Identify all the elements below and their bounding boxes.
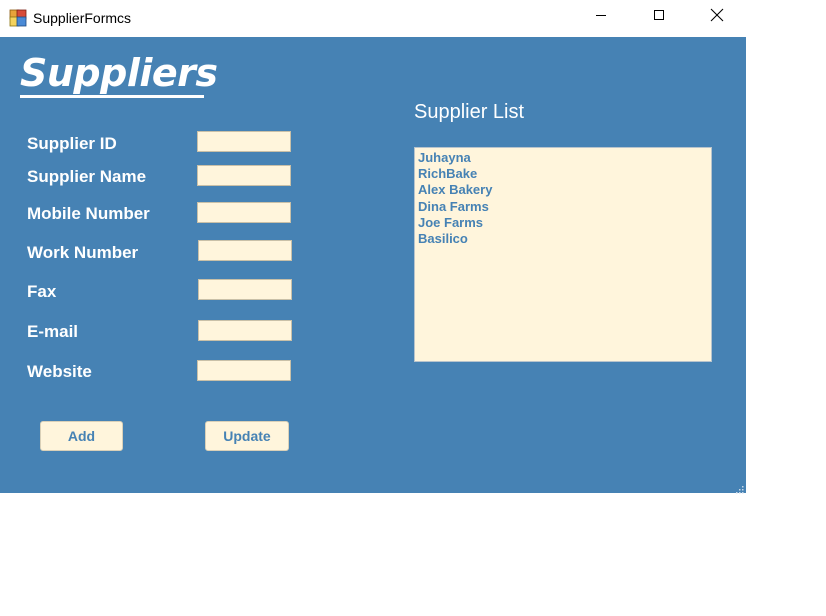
update-button[interactable]: Update bbox=[205, 421, 289, 451]
supplier-list-heading: Supplier List bbox=[414, 101, 525, 123]
title-bar[interactable]: SupplierFormcs bbox=[0, 0, 746, 37]
window-title: SupplierFormcs bbox=[33, 10, 132, 26]
minimize-button[interactable] bbox=[578, 0, 624, 34]
minimize-icon bbox=[595, 8, 607, 26]
resize-grip-icon[interactable] bbox=[734, 481, 744, 494]
email-input[interactable] bbox=[198, 320, 292, 341]
website-input[interactable] bbox=[197, 360, 291, 381]
supplier-id-input[interactable] bbox=[197, 131, 291, 152]
list-item[interactable]: RichBake bbox=[418, 166, 708, 182]
list-item[interactable]: Dina Farms bbox=[418, 199, 708, 215]
app-icon[interactable] bbox=[9, 9, 27, 27]
work-number-input[interactable] bbox=[198, 240, 292, 261]
list-item[interactable]: Basilico bbox=[418, 231, 708, 247]
fax-label: Fax bbox=[27, 282, 57, 301]
add-button[interactable]: Add bbox=[40, 421, 123, 451]
list-item[interactable]: Alex Bakery bbox=[418, 182, 708, 198]
page-title: Suppliers bbox=[20, 51, 218, 98]
supplier-form-window: SupplierFormcs Suppliers Supplier ID Sup… bbox=[0, 0, 746, 494]
fax-input[interactable] bbox=[198, 279, 292, 300]
supplier-id-label: Supplier ID bbox=[27, 134, 117, 153]
supplier-name-input[interactable] bbox=[197, 165, 291, 186]
supplier-listbox[interactable]: Juhayna RichBake Alex Bakery Dina Farms Joe … bbox=[414, 147, 712, 362]
maximize-button[interactable] bbox=[636, 0, 682, 34]
mobile-number-label: Mobile Number bbox=[27, 204, 150, 223]
close-icon bbox=[710, 8, 724, 27]
list-item[interactable]: Joe Farms bbox=[418, 215, 708, 231]
maximize-icon bbox=[653, 8, 665, 26]
supplier-name-label: Supplier Name bbox=[27, 167, 147, 186]
website-label: Website bbox=[27, 362, 92, 381]
work-number-label: Work Number bbox=[27, 243, 139, 262]
mobile-number-input[interactable] bbox=[197, 202, 291, 223]
close-button[interactable] bbox=[694, 0, 740, 34]
form-client-area: Suppliers Supplier ID Supplier Name Mobi… bbox=[0, 37, 746, 494]
list-item[interactable]: Juhayna bbox=[418, 150, 708, 166]
email-label: E-mail bbox=[27, 322, 79, 341]
